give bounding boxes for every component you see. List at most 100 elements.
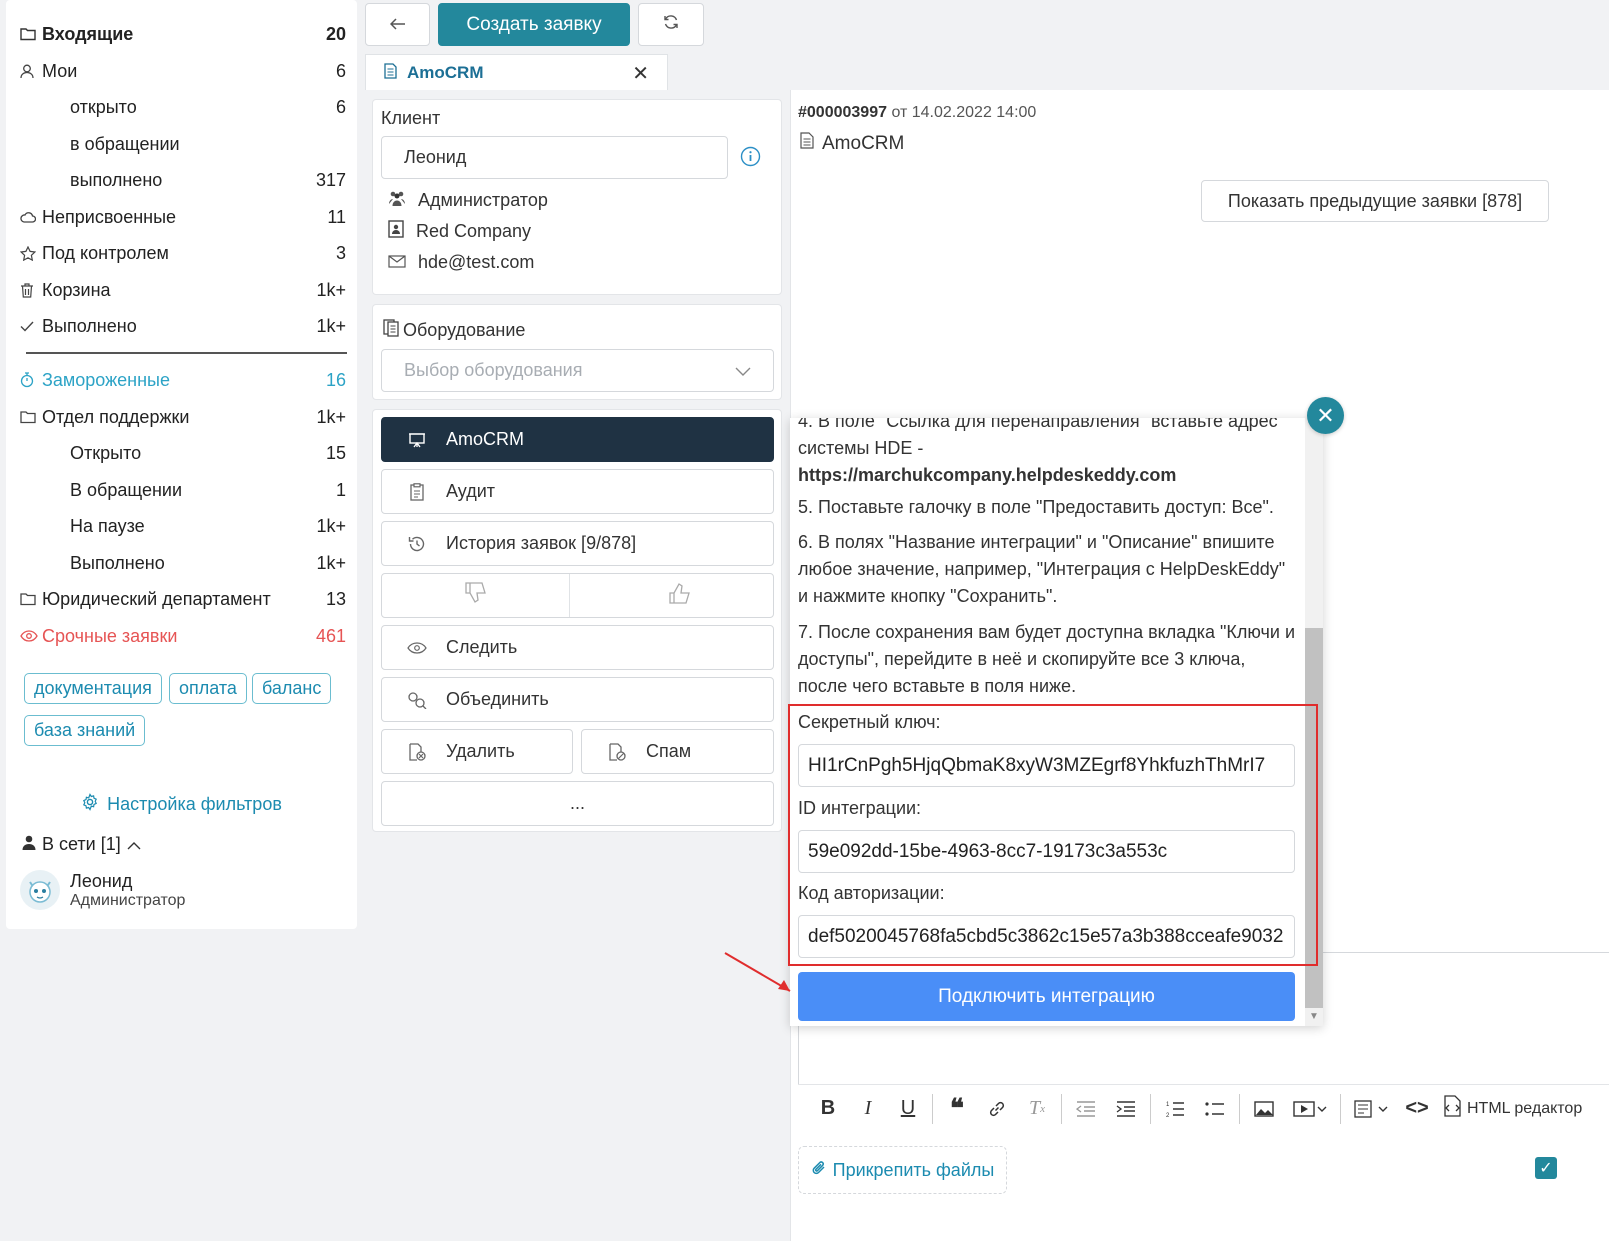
ordered-list-icon[interactable]: 12 xyxy=(1155,1091,1195,1127)
secret-key-input[interactable]: HI1rCnPgh5HjqQbmaK8xyW3MZEgrf8YhkfuzhThM… xyxy=(798,744,1295,787)
clear-format-icon[interactable]: Tx xyxy=(1017,1091,1057,1127)
tag-payment[interactable]: оплата xyxy=(169,673,247,704)
online-user[interactable]: Леонид Администратор xyxy=(20,870,185,910)
nav-unassigned[interactable]: Неприсвоенные 11 xyxy=(20,202,346,232)
italic-icon[interactable]: I xyxy=(848,1091,888,1127)
amocrm-label: AmoCRM xyxy=(446,429,525,449)
equipment-select[interactable]: Выбор оборудования xyxy=(381,349,774,392)
step4-text: 4. В поле "Ссылка для перенаправления" в… xyxy=(798,418,1298,489)
timer-icon xyxy=(20,372,42,388)
nav-support-dept[interactable]: Отдел поддержки 1k+ xyxy=(20,402,346,432)
online-label: В сети [1] xyxy=(42,834,121,854)
auth-code-input[interactable]: def5020045768fa5cbd5c3862c15e57a3b388cce… xyxy=(798,915,1295,958)
folders-panel: Входящие 20 Мои 6 открыто 6 в обращении … xyxy=(6,0,357,787)
delete-button[interactable]: Удалить xyxy=(381,729,573,774)
tag-balance[interactable]: баланс xyxy=(252,673,332,704)
nav-done[interactable]: Выполнено 1k+ xyxy=(20,311,346,341)
attach-files-button[interactable]: Прикрепить файлы xyxy=(798,1146,1007,1194)
nav-label: Отдел поддержки xyxy=(42,406,190,427)
step5-text: 5. Поставьте галочку в поле "Предоставит… xyxy=(798,497,1274,517)
back-button[interactable] xyxy=(365,3,430,46)
dislike-button[interactable] xyxy=(382,574,570,617)
ticket-header: #000003997 от 14.02.2022 14:00 xyxy=(798,104,1036,122)
history-icon xyxy=(404,535,430,553)
cloud-icon xyxy=(20,211,42,223)
create-ticket-button[interactable]: Создать заявку xyxy=(438,3,630,46)
indent-icon[interactable] xyxy=(1106,1091,1146,1127)
nav-support-done[interactable]: Выполнено 1k+ xyxy=(20,548,346,578)
svg-text:1: 1 xyxy=(1166,1102,1170,1108)
nav-mine-open[interactable]: открыто 6 xyxy=(20,92,346,122)
underline-icon[interactable]: U xyxy=(888,1091,928,1127)
bullet-list-icon[interactable] xyxy=(1195,1091,1235,1127)
link-icon[interactable] xyxy=(977,1091,1017,1127)
audit-button[interactable]: Аудит xyxy=(381,469,774,514)
clipboard-icon xyxy=(404,482,430,501)
merge-button[interactable]: Объединить xyxy=(381,677,774,722)
nav-frozen[interactable]: Замороженные 16 xyxy=(20,365,346,395)
nav-label: На паузе xyxy=(70,515,145,536)
attach-label: Прикрепить файлы xyxy=(832,1159,995,1180)
like-button[interactable] xyxy=(586,574,773,617)
nav-urgent[interactable]: Срочные заявки 461 xyxy=(20,621,346,651)
nav-mine-done[interactable]: выполнено 317 xyxy=(20,165,346,195)
client-email: hde@test.com xyxy=(418,252,535,272)
nav-support-in-progress[interactable]: В обращении 1 xyxy=(20,475,346,505)
tab-amocrm[interactable]: AmoCRM ✕ xyxy=(365,54,668,91)
video-icon[interactable] xyxy=(1284,1091,1336,1127)
outdent-icon[interactable] xyxy=(1066,1091,1106,1127)
nav-support-paused[interactable]: На паузе 1k+ xyxy=(20,511,346,541)
connect-integration-button[interactable]: Подключить интеграцию xyxy=(798,972,1295,1021)
code-icon[interactable]: <> xyxy=(1397,1091,1437,1127)
nav-trash[interactable]: Корзина 1k+ xyxy=(20,275,346,305)
equipment-placeholder: Выбор оборудования xyxy=(404,360,583,380)
modal-scrollbar[interactable]: ▼ xyxy=(1305,418,1323,1026)
client-name-field[interactable]: Леонид xyxy=(381,136,728,179)
step7-text: 7. После сохранения вам будет доступна в… xyxy=(798,622,1295,696)
more-button[interactable]: ... xyxy=(381,781,774,826)
nav-label: открыто xyxy=(70,96,137,117)
refresh-icon xyxy=(663,14,679,35)
nav-count: 15 xyxy=(325,442,346,463)
toolbar-separator xyxy=(932,1093,933,1124)
tag-documentation[interactable]: документация xyxy=(24,673,162,704)
tag-knowledge-base[interactable]: база знаний xyxy=(24,715,146,746)
red-arrow-annotation xyxy=(724,952,791,992)
filter-settings-link[interactable]: Настройка фильтров xyxy=(6,793,357,816)
nav-controlled[interactable]: Под контролем 3 xyxy=(20,238,346,268)
nav-mine-in-progress[interactable]: в обращении xyxy=(20,129,346,159)
nav-inbox[interactable]: Входящие 20 xyxy=(20,19,346,49)
amocrm-button[interactable]: AmoCRM xyxy=(381,417,774,462)
image-icon[interactable] xyxy=(1244,1091,1284,1127)
nav-mine[interactable]: Мои 6 xyxy=(20,56,346,86)
nav-count: 1k+ xyxy=(316,552,346,573)
user-icon xyxy=(20,64,42,79)
paperclip-icon xyxy=(811,1159,827,1182)
follow-button[interactable]: Следить xyxy=(381,625,774,670)
nav-label: Под контролем xyxy=(42,242,169,263)
filter-settings-label: Настройка фильтров xyxy=(107,794,282,814)
history-button[interactable]: История заявок [9/878] xyxy=(381,521,774,566)
toolbar-separator xyxy=(1239,1093,1240,1124)
template-icon[interactable] xyxy=(1345,1091,1397,1127)
show-previous-tickets-button[interactable]: Показать предыдущие заявки [878] xyxy=(1201,180,1549,222)
toolbar-separator xyxy=(1340,1093,1341,1124)
html-editor-button[interactable]: HTML редактор xyxy=(1437,1091,1586,1127)
refresh-button[interactable] xyxy=(638,3,704,46)
online-toggle[interactable]: В сети [1] xyxy=(22,834,141,855)
quote-icon[interactable]: ❝ xyxy=(937,1091,977,1127)
bold-icon[interactable]: B xyxy=(808,1091,848,1127)
nav-support-open[interactable]: Открыто 15 xyxy=(20,438,346,468)
info-icon[interactable] xyxy=(740,146,761,172)
spam-button[interactable]: Спам xyxy=(581,729,774,774)
client-section-label: Клиент xyxy=(381,108,441,128)
integration-id-input[interactable]: 59e092dd-15be-4963-8cc7-19173c3a553c xyxy=(798,830,1295,873)
checkbox[interactable]: ✓ xyxy=(1535,1157,1557,1179)
close-modal-button[interactable]: ✕ xyxy=(1307,397,1344,434)
scroll-thumb[interactable] xyxy=(1305,628,1323,1008)
nav-legal-dept[interactable]: Юридический департамент 13 xyxy=(20,584,346,614)
close-tab-icon[interactable]: ✕ xyxy=(632,61,649,86)
nav-label: Корзина xyxy=(42,279,111,300)
ticket-title-row: AmoCRM xyxy=(800,132,904,155)
scroll-down-icon[interactable]: ▼ xyxy=(1309,1011,1319,1022)
